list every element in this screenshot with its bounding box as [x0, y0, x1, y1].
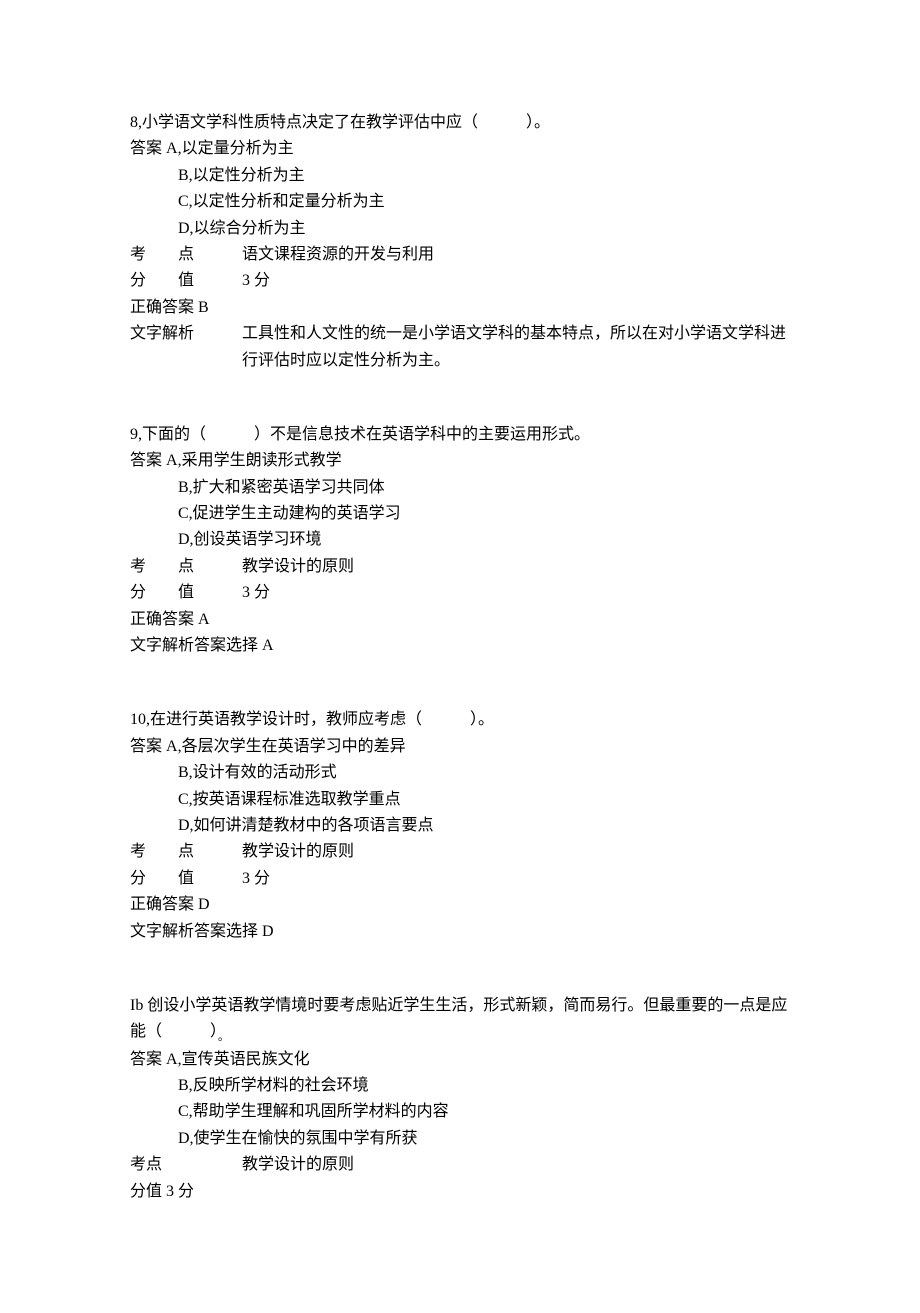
question-number: Ib: [130, 997, 143, 1014]
document-page: 8,小学语文学科性质特点决定了在教学评估中应（ ）。 答案 A,以定量分析为主 …: [0, 0, 920, 1313]
jiexi-row: 文字解析答案选择 A: [130, 633, 790, 659]
fenzhi-value: 3 分: [242, 866, 270, 892]
fenzhi-label: 分 值: [130, 268, 242, 294]
option-c: C,帮助学生理解和巩固所学材料的内容: [130, 1099, 790, 1125]
question-block: 10,在进行英语教学设计时，教师应考虑（ ）。 答案 A,各层次学生在英语学习中…: [130, 707, 790, 945]
option-d: D,创设英语学习环境: [130, 527, 790, 553]
correct-value: B: [198, 299, 209, 316]
correct-answer: 正确答案 D: [130, 892, 790, 918]
option-b: B,以定性分析为主: [130, 163, 790, 189]
option-c: C,促进学生主动建构的英语学习: [130, 501, 790, 527]
question-stem: Ib 创设小学英语教学情境时要考虑贴近学生生活，形式新颖，简而易行。但最重要的一…: [130, 993, 790, 1047]
option-a: 答案 A,各层次学生在英语学习中的差异: [130, 734, 790, 760]
option-b: B,设计有效的活动形式: [130, 760, 790, 786]
question-number: 10: [130, 711, 146, 728]
correct-label: 正确答案: [130, 896, 194, 913]
stem-text: 下面的（ ）不是信息技术在英语学科中的主要运用形式。: [142, 426, 590, 443]
kaodian-row: 考 点 教学设计的原则: [130, 554, 790, 580]
correct-value: A: [198, 611, 210, 628]
option-a: 答案 A,采用学生朗读形式教学: [130, 448, 790, 474]
option-text: A,采用学生朗读形式教学: [166, 452, 342, 469]
option-text: A,各层次学生在英语学习中的差异: [166, 738, 406, 755]
option-text: A,以定量分析为主: [166, 140, 294, 157]
fenzhi-label: 分值: [130, 1183, 162, 1200]
option-a: 答案 A,以定量分析为主: [130, 136, 790, 162]
question-stem: 10,在进行英语教学设计时，教师应考虑（ ）。: [130, 707, 790, 733]
kaodian-value: 语文课程资源的开发与利用: [242, 242, 434, 268]
fenzhi-value: 3 分: [242, 580, 270, 606]
kaodian-label: 考 点: [130, 554, 242, 580]
question-block: 8,小学语文学科性质特点决定了在教学评估中应（ ）。 答案 A,以定量分析为主 …: [130, 110, 790, 374]
option-d: D,使学生在愉快的氛围中学有所获: [130, 1126, 790, 1152]
option-a: 答案 A,宣传英语民族文化: [130, 1047, 790, 1073]
answer-prefix: 答案: [130, 140, 162, 157]
kaodian-value: 教学设计的原则: [242, 1152, 354, 1178]
jiexi-value: 工具性和人文性的统一是小学语文学科的基本特点，所以在对小学语文学科进行评估时应以…: [242, 321, 790, 374]
question-number: 8: [130, 114, 138, 131]
kaodian-value: 教学设计的原则: [242, 554, 354, 580]
jiexi-label: 文字解析: [130, 923, 194, 940]
option-c: C,以定性分析和定量分析为主: [130, 189, 790, 215]
jiexi-label: 文字解析: [130, 321, 242, 374]
question-stem: 9,下面的（ ）不是信息技术在英语学科中的主要运用形式。: [130, 422, 790, 448]
option-c: C,按英语课程标准选取教学重点: [130, 787, 790, 813]
question-number: 9: [130, 426, 138, 443]
fenzhi-value: 3 分: [242, 268, 270, 294]
kaodian-value: 教学设计的原则: [242, 839, 354, 865]
question-block: 9,下面的（ ）不是信息技术在英语学科中的主要运用形式。 答案 A,采用学生朗读…: [130, 422, 790, 660]
fenzhi-row: 分 值 3 分: [130, 866, 790, 892]
option-d: D,如何讲清楚教材中的各项语言要点: [130, 813, 790, 839]
option-d: D,以综合分析为主: [130, 216, 790, 242]
correct-label: 正确答案: [130, 611, 194, 628]
answer-prefix: 答案: [130, 452, 162, 469]
jiexi-value: 答案选择 D: [194, 923, 274, 940]
correct-answer: 正确答案 A: [130, 607, 790, 633]
answer-prefix: 答案: [130, 738, 162, 755]
correct-answer: 正确答案 B: [130, 295, 790, 321]
kaodian-label: 考 点: [130, 839, 242, 865]
stem-text: 小学语文学科性质特点决定了在教学评估中应（ ）。: [142, 114, 550, 131]
kaodian-row: 考点 教学设计的原则: [130, 1152, 790, 1178]
question-stem: 8,小学语文学科性质特点决定了在教学评估中应（ ）。: [130, 110, 790, 136]
kaodian-label: 考 点: [130, 242, 242, 268]
option-b: B,反映所学材料的社会环境: [130, 1073, 790, 1099]
fenzhi-label: 分 值: [130, 866, 242, 892]
jiexi-row: 文字解析答案选择 D: [130, 919, 790, 945]
jiexi-row: 文字解析 工具性和人文性的统一是小学语文学科的基本特点，所以在对小学语文学科进行…: [130, 321, 790, 374]
stem-text: 在进行英语教学设计时，教师应考虑（ ）。: [150, 711, 494, 728]
fenzhi-row: 分 值 3 分: [130, 580, 790, 606]
fenzhi-value: 3 分: [166, 1183, 194, 1200]
question-block: Ib 创设小学英语教学情境时要考虑贴近学生生活，形式新颖，简而易行。但最重要的一…: [130, 993, 790, 1205]
kaodian-row: 考 点 语文课程资源的开发与利用: [130, 242, 790, 268]
kaodian-label: 考点: [130, 1152, 242, 1178]
fenzhi-row: 分值 3 分: [130, 1179, 790, 1205]
jiexi-value: 答案选择 A: [194, 637, 274, 654]
jiexi-label: 文字解析: [130, 637, 194, 654]
kaodian-row: 考 点 教学设计的原则: [130, 839, 790, 865]
correct-label: 正确答案: [130, 299, 194, 316]
correct-value: D: [198, 896, 210, 913]
option-b: B,扩大和紧密英语学习共同体: [130, 475, 790, 501]
fenzhi-row: 分 值 3 分: [130, 268, 790, 294]
answer-prefix: 答案: [130, 1051, 162, 1068]
stem-suffix: 。: [218, 1032, 229, 1044]
fenzhi-label: 分 值: [130, 580, 242, 606]
option-text: A,宣传英语民族文化: [166, 1051, 310, 1068]
